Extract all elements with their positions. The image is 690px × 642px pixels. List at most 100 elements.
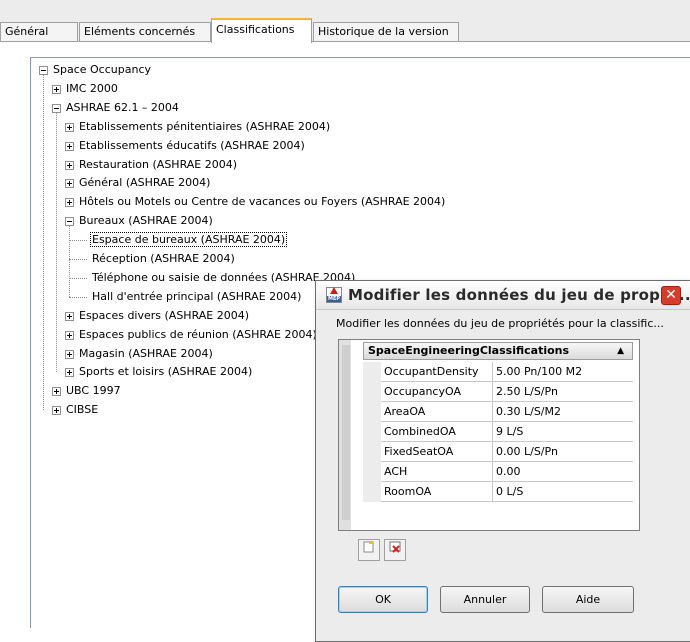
tree-connector: [69, 277, 87, 279]
expand-icon[interactable]: [65, 311, 74, 321]
property-row[interactable]: RoomOA 0 L/S: [381, 482, 633, 502]
tree-node-label: Bureaux (ASHRAE 2004): [79, 214, 213, 228]
expand-icon[interactable]: [65, 330, 74, 340]
tree-node-label: Espace de bureaux (ASHRAE 2004): [90, 232, 288, 248]
tree-node[interactable]: ASHRAE 62.1 – 2004: [64, 100, 181, 116]
close-icon[interactable]: ✕: [661, 286, 681, 305]
grid-row-indent: [363, 422, 381, 442]
collapse-icon[interactable]: [39, 66, 48, 75]
tree-node[interactable]: Espaces publics de réunion (ASHRAE 2004): [77, 327, 319, 343]
grid-scrollbar[interactable]: [342, 345, 350, 520]
tab-historique[interactable]: Historique de la version: [313, 22, 459, 42]
dialog-titlebar[interactable]: MEP Modifier les données du jeu de propr…: [316, 281, 690, 310]
tree-node[interactable]: IMC 2000: [64, 81, 120, 97]
app-icon: MEP: [326, 287, 342, 303]
tab-general[interactable]: Général: [0, 22, 78, 42]
app-icon-label: MEP: [327, 296, 341, 302]
tab-elements-concernes[interactable]: Eléments concernés: [79, 22, 211, 42]
grid-header[interactable]: SpaceEngineeringClassifications ▲: [363, 342, 633, 360]
expand-icon[interactable]: [52, 406, 61, 416]
property-row[interactable]: FixedSeatOA 0.00 L/S/Pn: [381, 442, 633, 462]
tree-node[interactable]: Réception (ASHRAE 2004): [90, 251, 237, 267]
grid-row-indent: [363, 442, 381, 462]
tree-node-label: Espaces divers (ASHRAE 2004): [79, 308, 250, 322]
tree-node[interactable]: Restauration (ASHRAE 2004): [77, 157, 239, 173]
property-value[interactable]: 2.50 L/S/Pn: [493, 382, 633, 402]
tree-node-label: Sports et loisirs (ASHRAE 2004): [79, 365, 253, 379]
tree-node[interactable]: Sports et loisirs (ASHRAE 2004): [77, 364, 254, 380]
grid-header-label: SpaceEngineeringClassifications: [368, 344, 570, 357]
expand-icon[interactable]: [65, 179, 74, 189]
dialog-title: Modifier les données du jeu de propri...: [348, 286, 690, 304]
tree-node-label: Restauration (ASHRAE 2004): [79, 157, 238, 171]
property-name: OccupantDensity: [381, 362, 493, 382]
tree-node-label: Hôtels ou Motels ou Centre de vacances o…: [79, 195, 446, 209]
tree-connector: [69, 240, 87, 242]
property-name: OccupancyOA: [381, 382, 493, 402]
collapse-icon[interactable]: [52, 103, 61, 113]
property-row[interactable]: ACH 0.00: [381, 462, 633, 482]
grid-row-indent: [363, 362, 381, 382]
property-value[interactable]: 9 L/S: [493, 422, 633, 442]
tree-node-label: UBC 1997: [66, 384, 121, 398]
new-property-button[interactable]: [358, 539, 380, 561]
property-value[interactable]: 0.30 L/S/M2: [493, 402, 633, 422]
property-row[interactable]: AreaOA 0.30 L/S/M2: [381, 402, 633, 422]
expand-icon[interactable]: [65, 122, 74, 132]
property-row[interactable]: OccupancyOA 2.50 L/S/Pn: [381, 382, 633, 402]
help-button[interactable]: Aide: [542, 586, 634, 613]
expand-icon[interactable]: [65, 349, 74, 359]
property-row[interactable]: CombinedOA 9 L/S: [381, 422, 633, 442]
dialog-description: Modifier les données du jeu de propriété…: [336, 317, 664, 330]
tree-node-label: Général (ASHRAE 2004): [79, 176, 211, 190]
tree-connector: [43, 75, 44, 411]
tree-node-label: Etablissements éducatifs (ASHRAE 2004): [79, 138, 305, 152]
tree-connector: [69, 296, 87, 298]
tree-node-label: Etablissements pénitentiaires (ASHRAE 20…: [79, 119, 331, 133]
tree-node-label: Réception (ASHRAE 2004): [92, 252, 235, 265]
tree-node[interactable]: Hôtels ou Motels ou Centre de vacances o…: [77, 194, 447, 210]
property-name: CombinedOA: [381, 422, 493, 442]
property-value[interactable]: 0.00 L/S/Pn: [493, 442, 633, 462]
tree-connector: [69, 226, 70, 297]
property-value[interactable]: 5.00 Pn/100 M2: [493, 362, 633, 382]
collapse-icon[interactable]: [65, 217, 74, 227]
grid-row-indent: [363, 382, 381, 402]
tree-node[interactable]: Space Occupancy: [51, 62, 153, 78]
tree-node[interactable]: Espaces divers (ASHRAE 2004): [77, 308, 251, 324]
tree-node[interactable]: Hall d'entrée principal (ASHRAE 2004): [90, 289, 303, 305]
expand-icon[interactable]: [52, 387, 61, 397]
tab-strip: Général Eléments concernés Classificatio…: [0, 18, 690, 43]
expand-icon[interactable]: [65, 141, 74, 151]
expand-icon[interactable]: [65, 368, 74, 378]
tab-classifications[interactable]: Classifications: [211, 18, 312, 43]
tree-node[interactable]: Général (ASHRAE 2004): [77, 175, 212, 191]
tree-node[interactable]: Bureaux (ASHRAE 2004): [77, 213, 215, 229]
sort-ascending-icon: ▲: [617, 346, 624, 356]
property-name: FixedSeatOA: [381, 442, 493, 462]
property-value[interactable]: 0.00: [493, 462, 633, 482]
delete-icon: [389, 541, 401, 553]
tree-node[interactable]: UBC 1997: [64, 383, 123, 399]
ok-button[interactable]: OK: [338, 586, 428, 613]
grid-row-indent: [363, 402, 381, 422]
property-name: ACH: [381, 462, 493, 482]
property-row[interactable]: OccupantDensity 5.00 Pn/100 M2: [381, 362, 633, 382]
property-value[interactable]: 0 L/S: [493, 482, 633, 502]
property-name: AreaOA: [381, 402, 493, 422]
tree-node[interactable]: Espace de bureaux (ASHRAE 2004): [90, 232, 288, 248]
tree-node[interactable]: Etablissements pénitentiaires (ASHRAE 20…: [77, 119, 332, 135]
tree-connector: [56, 112, 57, 373]
property-set-dialog: MEP Modifier les données du jeu de propr…: [315, 280, 690, 642]
tree-node-label: Espaces publics de réunion (ASHRAE 2004): [79, 327, 317, 341]
tree-node[interactable]: CIBSE: [64, 402, 100, 418]
expand-icon[interactable]: [65, 160, 74, 170]
property-grid[interactable]: SpaceEngineeringClassifications ▲ Occupa…: [338, 339, 640, 531]
new-document-icon: [363, 541, 374, 553]
tree-node[interactable]: Magasin (ASHRAE 2004): [77, 346, 215, 362]
cancel-button[interactable]: Annuler: [440, 586, 530, 613]
expand-icon[interactable]: [52, 84, 61, 94]
tree-node[interactable]: Etablissements éducatifs (ASHRAE 2004): [77, 138, 307, 154]
delete-property-button[interactable]: [384, 539, 406, 561]
expand-icon[interactable]: [65, 198, 74, 208]
